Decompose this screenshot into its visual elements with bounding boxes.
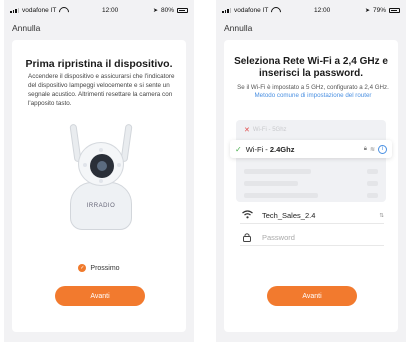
ssid-value: Tech_Sales_2.4 — [262, 211, 316, 220]
list-item — [244, 190, 378, 200]
password-field[interactable]: Password — [240, 230, 384, 246]
next-confirm-label: Prossimo — [90, 264, 120, 272]
status-bar: vodafone IT 12:00 ➤ 80% — [4, 0, 194, 20]
carrier: vodafone IT — [22, 6, 57, 14]
battery-icon — [389, 7, 400, 13]
camera-base: IRRADIO — [70, 182, 132, 230]
location-icon: ➤ — [364, 7, 370, 14]
router-help-link[interactable]: Metodo comune di impostazione del router — [255, 92, 372, 99]
wifi-icon — [240, 210, 254, 221]
next-button[interactable]: Avanti — [55, 286, 145, 306]
page-title: Prima ripristina il dispositivo. — [25, 58, 173, 70]
phone-screen-wifi: vodafone IT 12:00 ➤ 79% Annulla Selezion… — [216, 0, 406, 342]
time: 12:00 — [102, 6, 119, 14]
next-confirm[interactable]: ✓ Prossimo — [12, 264, 186, 272]
time: 12:00 — [314, 6, 331, 14]
led-dot — [99, 179, 103, 183]
wifi-status-icon — [271, 7, 279, 13]
led-dot — [99, 148, 103, 152]
check-icon: ✓ — [78, 264, 87, 272]
wifi-5g-item[interactable]: ✕ Wi-Fi - 5Ghz — [244, 126, 378, 134]
battery-percent: 80% — [160, 6, 174, 14]
status-bar: vodafone IT 12:00 ➤ 79% — [216, 0, 406, 20]
location-icon: ➤ — [152, 7, 158, 14]
battery-icon — [177, 7, 188, 13]
password-placeholder: Password — [262, 233, 295, 242]
lock-icon: 🔒︎ — [363, 145, 367, 152]
led-dot — [83, 163, 87, 167]
close-icon: ✕ — [244, 127, 250, 134]
wifi-5g-label: Wi-Fi - 5Ghz — [252, 127, 287, 133]
battery-percent: 79% — [372, 6, 386, 14]
carrier: vodafone IT — [234, 6, 269, 14]
wifi-status-icon — [59, 7, 67, 13]
list-item — [244, 178, 378, 188]
signal-icon — [10, 7, 19, 13]
next-button[interactable]: Avanti — [267, 286, 357, 306]
wifi-24g-label: Wi-Fi - 2.4Ghz — [245, 144, 295, 154]
lock-icon — [240, 232, 254, 244]
wifi-24g-item[interactable]: ✓ Wi-Fi - 2.4Ghz 🔒︎ ≋ i — [230, 140, 392, 158]
cancel-link[interactable]: Annulla — [12, 23, 40, 33]
info-text-body: Se il Wi-Fi è impostato a 5 GHz, configu… — [237, 84, 389, 91]
check-icon: ✓ — [235, 144, 242, 154]
led-dot — [117, 163, 121, 167]
camera-head — [78, 142, 124, 186]
wifi-card: Seleziona Rete Wi-Fi a 2,4 GHz e inseris… — [224, 40, 398, 332]
cancel-link[interactable]: Annulla — [224, 23, 252, 33]
reset-card: Prima ripristina il dispositivo. Accende… — [12, 40, 186, 332]
camera-brand-logo: IRRADIO — [86, 203, 116, 209]
camera-illustration: IRRADIO — [64, 123, 138, 236]
ssid-field[interactable]: Tech_Sales_2.4 ⇅ — [240, 208, 384, 224]
phone-screen-reset: vodafone IT 12:00 ➤ 80% Annulla Prima ri… — [4, 0, 194, 342]
list-item — [244, 166, 378, 176]
wifi-icon: ≋ — [369, 146, 375, 153]
info-icon[interactable]: i — [378, 144, 387, 154]
swap-icon[interactable]: ⇅ — [379, 213, 384, 219]
info-text: Se il Wi-Fi è impostato a 5 GHz, configu… — [236, 84, 390, 100]
page-title: Seleziona Rete Wi-Fi a 2,4 GHz e inseris… — [234, 56, 388, 79]
signal-icon — [222, 7, 231, 13]
instructions-text: Accendere il dispositivo e assicurarsi c… — [28, 73, 175, 107]
camera-lens — [90, 154, 114, 178]
